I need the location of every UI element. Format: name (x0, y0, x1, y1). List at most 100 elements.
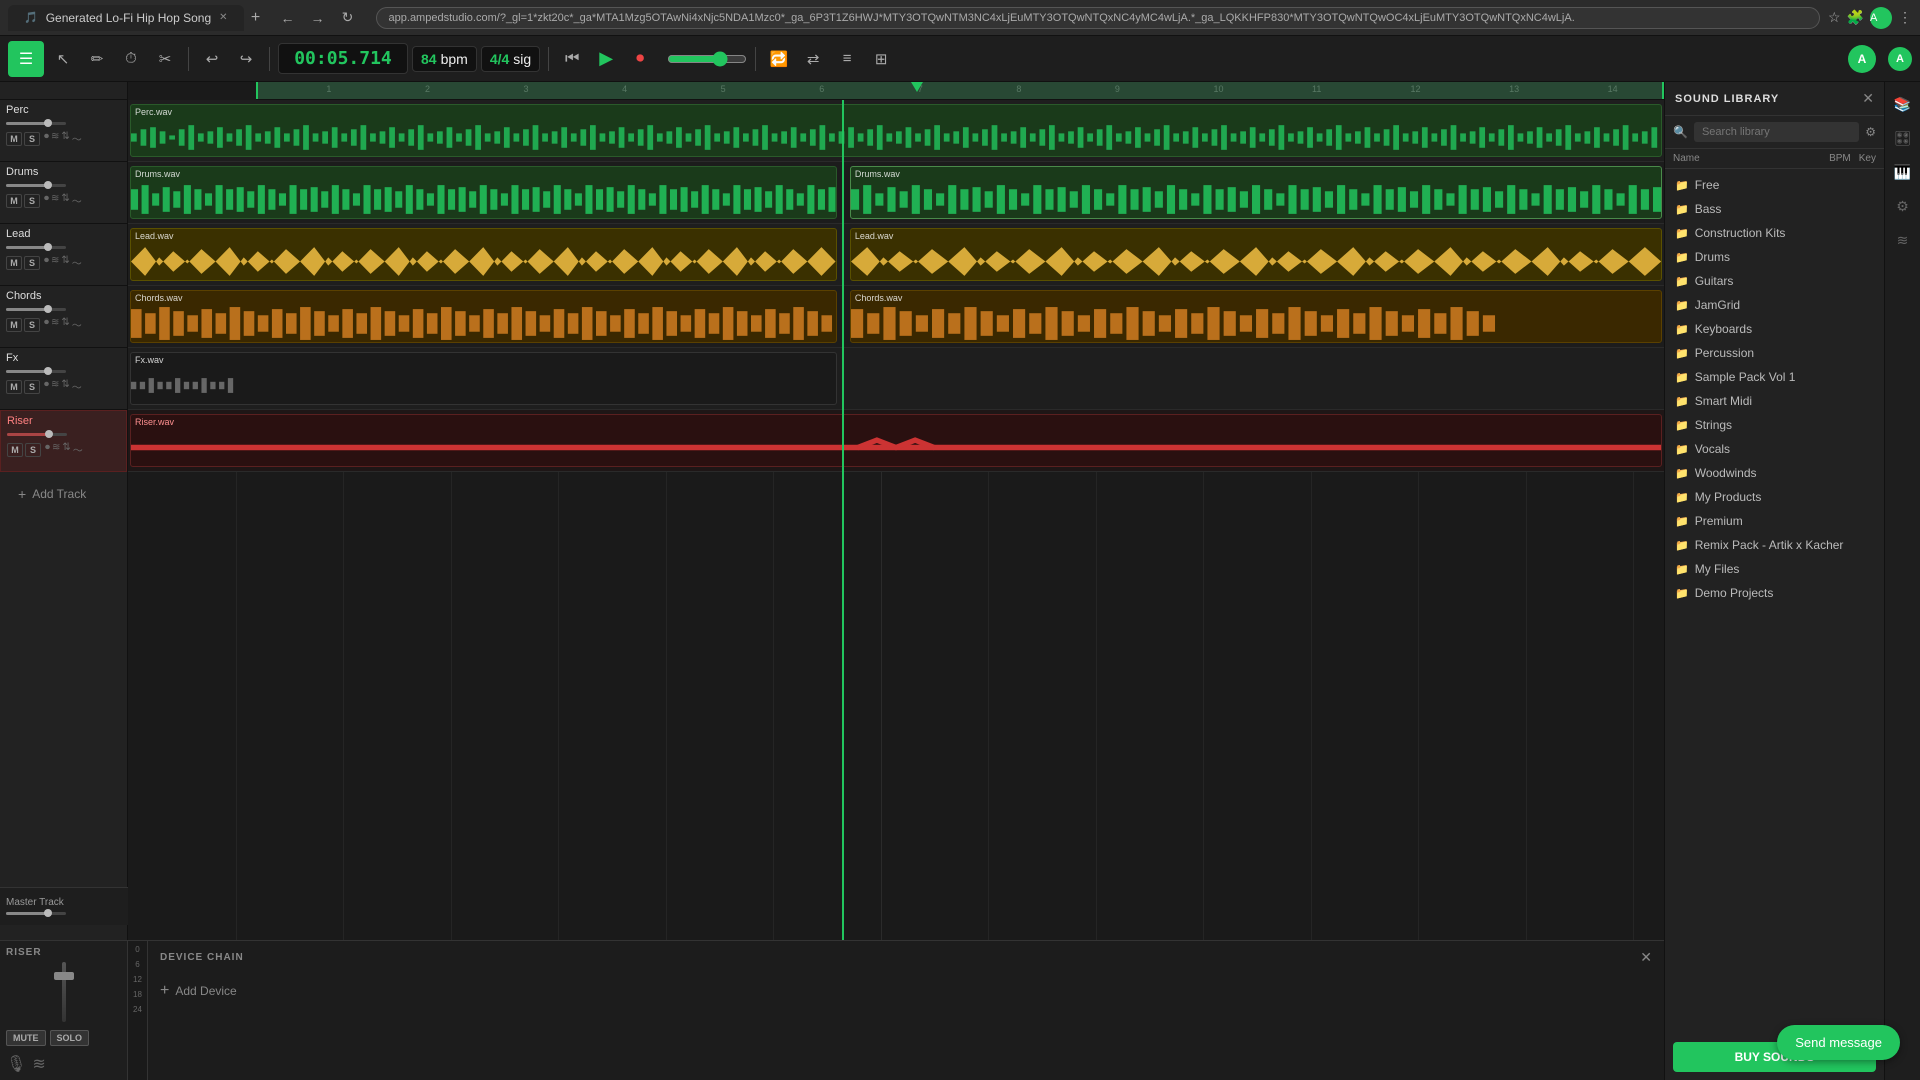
track-vol-handle-drums[interactable] (44, 181, 52, 189)
pencil-tool-btn[interactable]: ✏ (82, 44, 112, 74)
piano-icon-btn[interactable]: 🎹 (1889, 158, 1917, 186)
track-solo-lead[interactable]: S (24, 256, 40, 270)
track-solo-riser[interactable]: S (25, 443, 41, 457)
add-device-btn[interactable]: + Add Device (160, 982, 237, 1000)
clip-riser-1[interactable]: Riser.wav (130, 414, 1662, 467)
eq-icon-btn[interactable]: ≋ (1889, 226, 1917, 254)
master-volume-slider[interactable] (667, 51, 747, 67)
library-item-my-products[interactable]: 📁 My Products (1665, 485, 1884, 509)
track-vol-handle-fx[interactable] (44, 367, 52, 375)
clip-drums-2[interactable]: Drums.wav (850, 166, 1662, 219)
library-item-smart-midi[interactable]: 📁 Smart Midi (1665, 389, 1884, 413)
library-item-strings[interactable]: 📁 Strings (1665, 413, 1884, 437)
cut-btn[interactable]: ✂ (150, 44, 180, 74)
track-vol-handle-chords[interactable] (44, 305, 52, 313)
library-item-bass[interactable]: 📁 Bass (1665, 197, 1884, 221)
back-btn[interactable]: ← (276, 6, 300, 30)
master-vol-handle[interactable] (44, 909, 52, 917)
library-close-btn[interactable]: ✕ (1862, 90, 1874, 107)
track-solo-drums[interactable]: S (24, 194, 40, 208)
bpm-value[interactable]: 84 (421, 51, 437, 67)
device-chain-close-btn[interactable]: ✕ (1640, 949, 1652, 966)
clip-lead-2[interactable]: Lead.wav (850, 228, 1662, 281)
track-mute-lead[interactable]: M (6, 256, 22, 270)
track-vol-fx[interactable] (6, 370, 66, 373)
go-start-btn[interactable]: ⏮ (557, 44, 587, 74)
library-item-free[interactable]: 📁 Free (1665, 173, 1884, 197)
library-icon-btn[interactable]: 📚 (1889, 90, 1917, 118)
library-item-my-files[interactable]: 📁 My Files (1665, 557, 1884, 581)
fader-track[interactable] (62, 962, 66, 1022)
library-search-input[interactable] (1694, 122, 1859, 142)
profile-circle[interactable]: A (1888, 47, 1912, 71)
add-track-btn[interactable]: + Add Track (6, 478, 98, 510)
settings-icon-btn[interactable]: ⚙ (1889, 192, 1917, 220)
track-mute-drums[interactable]: M (6, 194, 22, 208)
track-lane-riser[interactable]: Riser.wav (128, 410, 1664, 472)
loop-region-ruler[interactable] (256, 82, 1664, 99)
library-item-jamgrid[interactable]: 📁 JamGrid (1665, 293, 1884, 317)
library-item-percussion[interactable]: 📁 Percussion (1665, 341, 1884, 365)
address-bar[interactable]: app.ampedstudio.com/?_gl=1*zkt20c*_ga*MT… (376, 7, 1820, 29)
library-item-woodwinds[interactable]: 📁 Woodwinds (1665, 461, 1884, 485)
library-filter-btn[interactable]: ⚙ (1865, 125, 1876, 139)
library-item-guitars[interactable]: 📁 Guitars (1665, 269, 1884, 293)
clip-lead-1[interactable]: Lead.wav (130, 228, 837, 281)
track-lane-chords[interactable]: Chords.wav Chords.wav (128, 286, 1664, 348)
mix-btn[interactable]: ⇄ (798, 44, 828, 74)
menu-btn[interactable]: ☰ (8, 41, 44, 77)
arrange-btn[interactable]: ≡ (832, 44, 862, 74)
profile-btn[interactable]: A (1870, 7, 1892, 29)
track-vol-chords[interactable] (6, 308, 66, 311)
library-item-vocals[interactable]: 📁 Vocals (1665, 437, 1884, 461)
library-item-demo-projects[interactable]: 📁 Demo Projects (1665, 581, 1884, 605)
track-lane-perc[interactable]: Perc.wav (128, 100, 1664, 162)
track-solo-chords[interactable]: S (24, 318, 40, 332)
tab-close-btn[interactable]: ✕ (219, 12, 227, 23)
mute-btn[interactable]: MUTE (6, 1030, 46, 1046)
history-btn[interactable]: ⏱ (116, 44, 146, 74)
select-tool-btn[interactable]: ↖ (48, 44, 78, 74)
time-sig-value[interactable]: 4/4 (490, 51, 509, 67)
loop-btn[interactable]: 🔁 (764, 44, 794, 74)
track-vol-handle-riser[interactable] (45, 430, 53, 438)
track-solo-perc[interactable]: S (24, 132, 40, 146)
track-vol-handle-perc[interactable] (44, 119, 52, 127)
track-vol-riser[interactable] (7, 433, 67, 436)
play-btn[interactable]: ▶ (591, 44, 621, 74)
library-item-remix-pack[interactable]: 📁 Remix Pack - Artik x Kacher (1665, 533, 1884, 557)
library-item-premium[interactable]: 📁 Premium (1665, 509, 1884, 533)
effects-icon-btn[interactable]: 🎛 (1889, 124, 1917, 152)
track-mute-fx[interactable]: M (6, 380, 22, 394)
track-mute-chords[interactable]: M (6, 318, 22, 332)
track-mute-perc[interactable]: M (6, 132, 22, 146)
clip-chords-1[interactable]: Chords.wav (130, 290, 837, 343)
refresh-btn[interactable]: ↻ (336, 6, 360, 30)
track-mute-riser[interactable]: M (7, 443, 23, 457)
send-message-btn[interactable]: Send message (1777, 1025, 1900, 1060)
track-vol-perc[interactable] (6, 122, 66, 125)
track-vol-drums[interactable] (6, 184, 66, 187)
track-vol-handle-lead[interactable] (44, 243, 52, 251)
clip-perc-1[interactable]: Perc.wav (130, 104, 1662, 157)
library-item-drums[interactable]: 📁 Drums (1665, 245, 1884, 269)
bookmark-btn[interactable]: ☆ (1828, 9, 1841, 26)
track-lane-fx[interactable]: Fx.wav (128, 348, 1664, 410)
track-lane-lead[interactable]: Lead.wav Lead.wav (128, 224, 1664, 286)
track-vol-lead[interactable] (6, 246, 66, 249)
master-track-vol[interactable] (6, 912, 66, 915)
timeline-ruler[interactable]: 1 2 3 4 5 6 7 8 9 10 11 12 13 14 (256, 82, 1664, 100)
clip-fx-1[interactable]: Fx.wav (130, 352, 837, 405)
forward-btn[interactable]: → (306, 6, 330, 30)
browser-tab-active[interactable]: 🎵 Generated Lo-Fi Hip Hop Song ✕ (8, 5, 244, 31)
grid-btn[interactable]: ⊞ (866, 44, 896, 74)
user-avatar[interactable]: A (1848, 45, 1876, 73)
clip-chords-2[interactable]: Chords.wav (850, 290, 1662, 343)
fader-handle[interactable] (54, 972, 74, 980)
redo-btn[interactable]: ↪ (231, 44, 261, 74)
settings-btn[interactable]: ⋮ (1898, 9, 1912, 26)
library-item-construction-kits[interactable]: 📁 Construction Kits (1665, 221, 1884, 245)
new-tab-btn[interactable]: + (244, 6, 268, 30)
track-lane-drums[interactable]: Drums.wav Drums.wav (128, 162, 1664, 224)
empty-track-area[interactable] (128, 472, 1664, 672)
